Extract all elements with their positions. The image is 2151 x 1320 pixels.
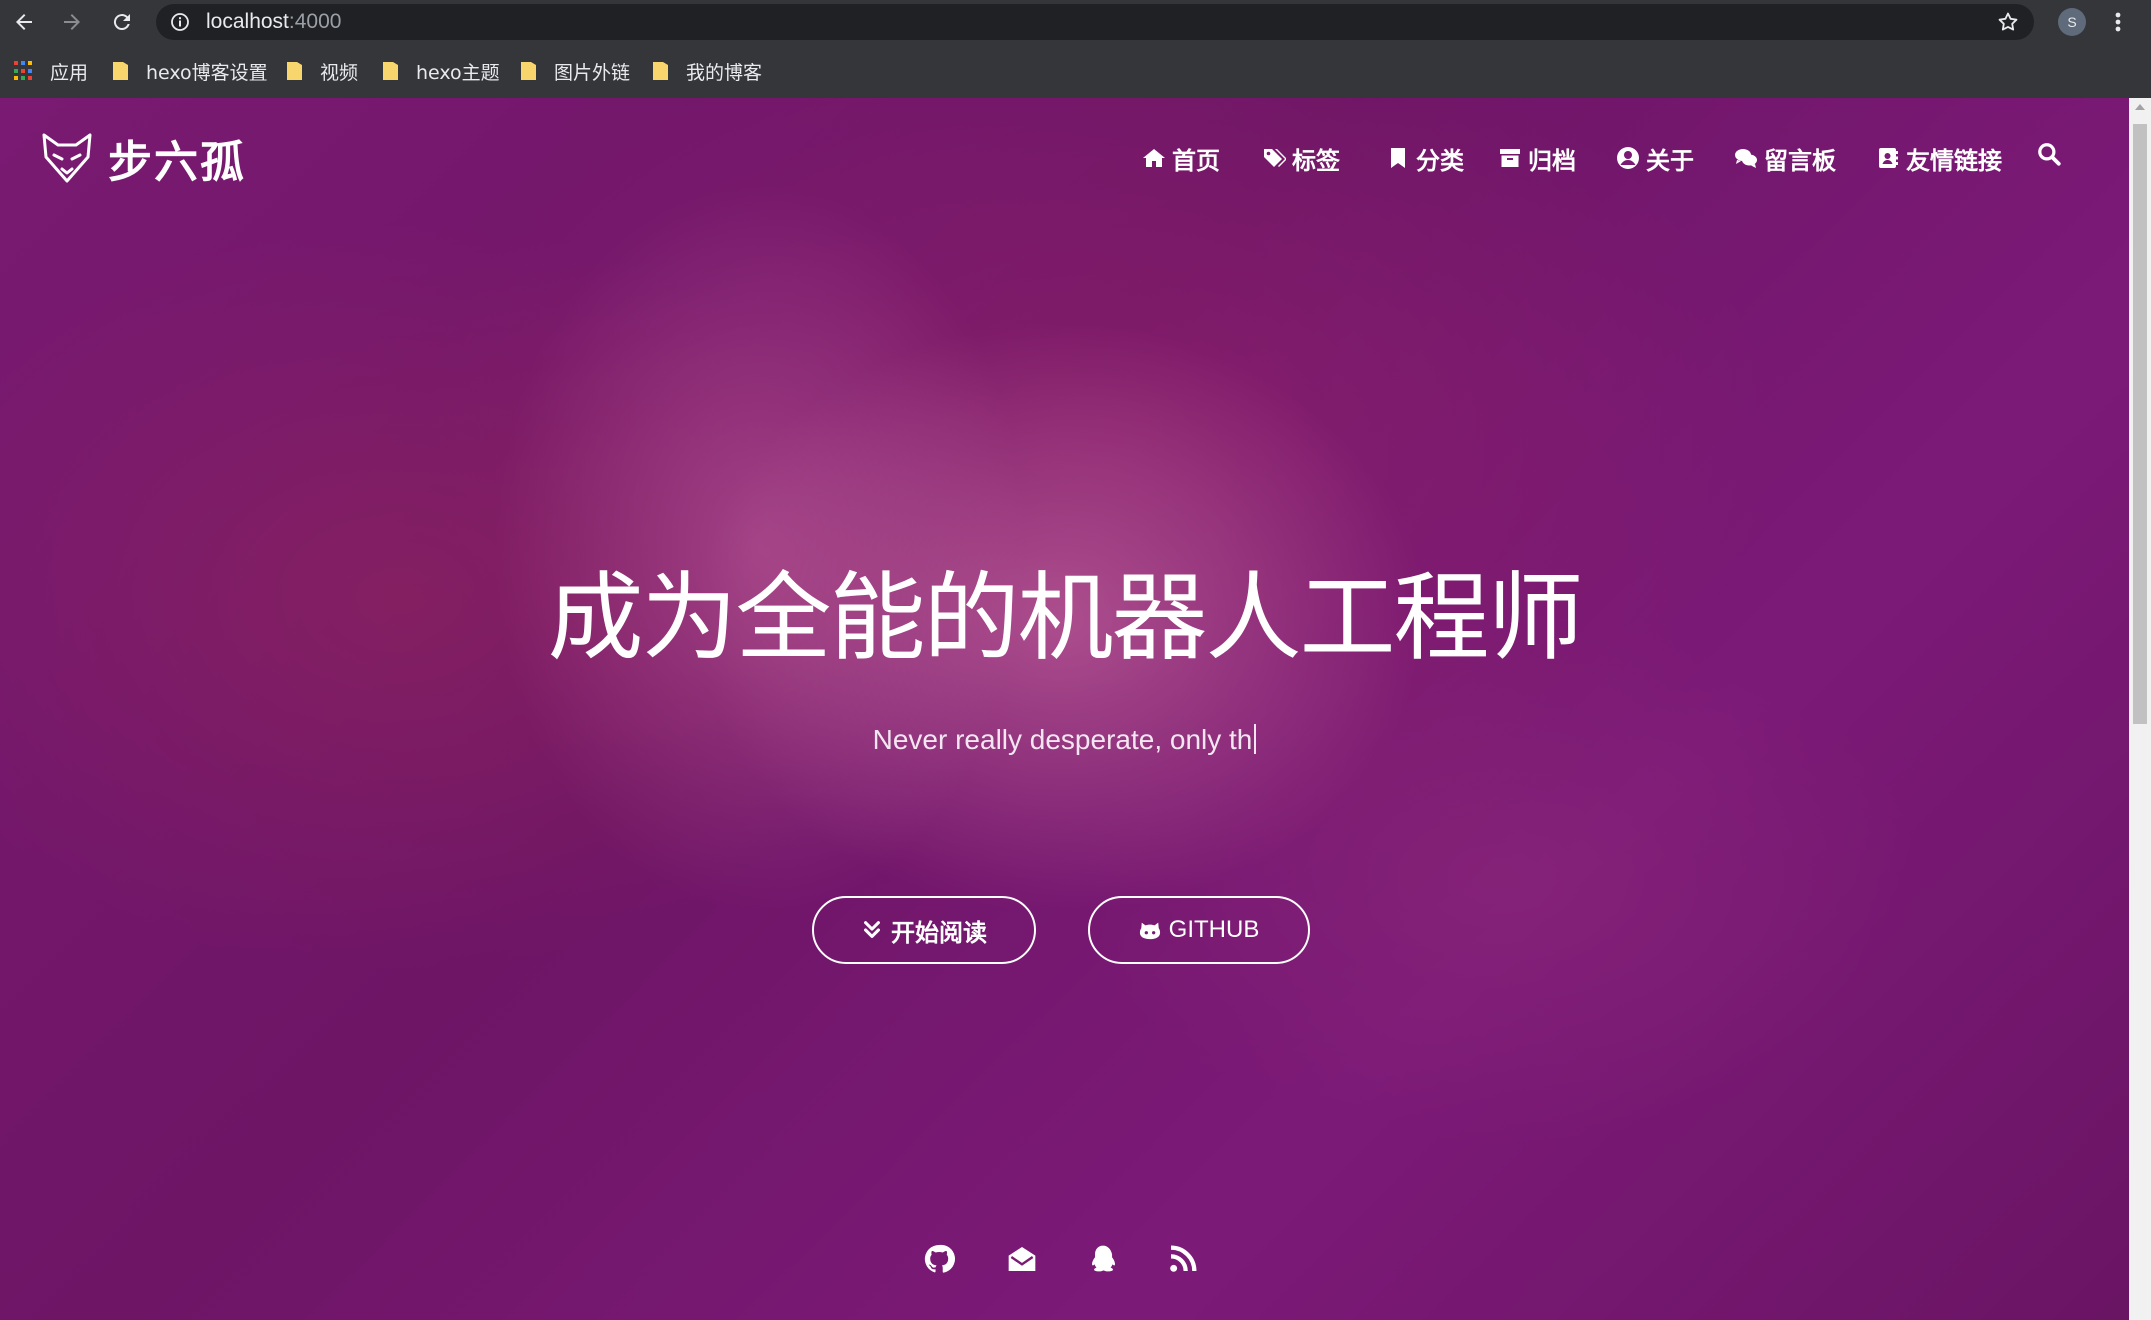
nav-archive[interactable]: 归档	[1498, 138, 1576, 178]
scroll-thumb[interactable]	[2133, 124, 2147, 724]
back-button[interactable]	[8, 6, 40, 38]
social-github[interactable]	[922, 1242, 956, 1276]
arrow-right-icon	[64, 14, 80, 30]
button-label: 开始阅读	[891, 919, 987, 947]
button-label: GITHUB	[1168, 916, 1260, 943]
bookmark-label: 我的博客	[686, 61, 763, 84]
nav-label: 分类	[1416, 146, 1464, 175]
profile-avatar[interactable]: S	[2058, 8, 2086, 36]
nav-tags[interactable]: 标签	[1262, 138, 1340, 178]
scroll-up-arrow-icon[interactable]	[2135, 104, 2145, 110]
search-icon	[2038, 143, 2061, 166]
info-icon[interactable]	[170, 12, 190, 32]
bookmark-star-icon[interactable]	[1996, 10, 2020, 34]
site-logo[interactable]: 步六孤	[40, 130, 246, 188]
start-reading-button[interactable]: 开始阅读	[812, 896, 1036, 964]
bookmark-apps[interactable]: 应用	[14, 58, 88, 84]
archive-icon	[1500, 149, 1520, 167]
github-icon	[924, 1244, 955, 1273]
typed-text: Never really desperate, only th	[872, 724, 1253, 755]
reload-icon	[113, 14, 130, 31]
envelope-open-icon	[1008, 1247, 1036, 1271]
page-scrollbar[interactable]	[2129, 98, 2151, 1320]
folder-icon	[521, 62, 536, 80]
url-host: localhost	[206, 10, 289, 33]
folder-icon	[287, 62, 302, 80]
qq-icon	[1092, 1245, 1115, 1272]
nav-label: 友情链接	[1906, 146, 2002, 175]
nav-about[interactable]: 关于	[1616, 138, 1694, 178]
search-button[interactable]	[2036, 134, 2066, 174]
social-qq[interactable]	[1086, 1242, 1120, 1276]
angle-double-down-icon	[864, 921, 880, 938]
bookmark-folder[interactable]: 我的博客	[652, 58, 762, 84]
folder-icon	[653, 62, 668, 80]
rss-icon	[1170, 1245, 1197, 1272]
nav-label: 归档	[1528, 146, 1576, 175]
nav-categories[interactable]: 分类	[1386, 138, 1464, 178]
bookmark-label: 视频	[320, 61, 359, 84]
site-name: 步六孤	[108, 137, 246, 188]
nav-label: 首页	[1172, 146, 1220, 175]
fox-logo-icon	[42, 133, 92, 183]
social-rss[interactable]	[1166, 1242, 1200, 1276]
address-bar[interactable]: localhost:4000	[156, 4, 2034, 40]
comments-icon	[1735, 149, 1757, 168]
bookmark-folder[interactable]: 图片外链	[520, 58, 630, 84]
bookmark-label: 应用	[50, 61, 89, 84]
address-book-icon	[1879, 148, 1898, 168]
bookmark-folder[interactable]: hexo博客设置	[112, 58, 268, 84]
user-circle-icon	[1617, 147, 1639, 169]
nav-label: 关于	[1646, 146, 1694, 175]
github-button[interactable]: GITHUB	[1088, 896, 1310, 964]
reload-button[interactable]	[106, 6, 138, 38]
forward-button[interactable]	[56, 6, 88, 38]
bookmark-label: hexo博客设置	[146, 61, 268, 84]
bookmarks-bar: 应用 hexo博客设置 视频 hexo主题 图片外链 我的博客	[0, 44, 2151, 98]
bookmark-label: hexo主题	[416, 61, 500, 84]
typing-caret	[1254, 724, 1257, 754]
more-menu-icon[interactable]	[2104, 8, 2132, 36]
github-alt-icon	[1139, 922, 1160, 940]
nav-label: 标签	[1292, 146, 1340, 175]
page-viewport: 步六孤 首页 标签 分类 归档 关于 留言板 友情链接 成为全能的机器人工程师 …	[0, 98, 2129, 1320]
url-port: :4000	[288, 10, 342, 33]
social-email[interactable]	[1005, 1242, 1039, 1276]
nav-label: 留言板	[1764, 146, 1836, 175]
nav-friend-links[interactable]: 友情链接	[1876, 138, 2002, 178]
folder-icon	[113, 62, 128, 80]
bookmark-folder[interactable]: 视频	[286, 58, 358, 84]
nav-home[interactable]: 首页	[1142, 138, 1220, 178]
arrow-left-icon	[16, 14, 32, 30]
apps-grid-icon	[14, 61, 34, 81]
nav-guestbook[interactable]: 留言板	[1734, 138, 1836, 178]
bookmark-folder[interactable]: hexo主题	[382, 58, 500, 84]
url-text[interactable]: localhost:4000	[206, 11, 341, 33]
browser-toolbar: localhost:4000 S	[0, 0, 2151, 44]
folder-icon	[383, 62, 398, 80]
bookmark-icon	[1391, 148, 1405, 168]
hero-subtitle: Never really desperate, only th	[0, 722, 2129, 758]
hero-title: 成为全能的机器人工程师	[547, 562, 1584, 674]
bookmark-label: 图片外链	[554, 61, 631, 84]
tags-icon	[1264, 149, 1286, 167]
home-icon	[1143, 149, 1165, 167]
